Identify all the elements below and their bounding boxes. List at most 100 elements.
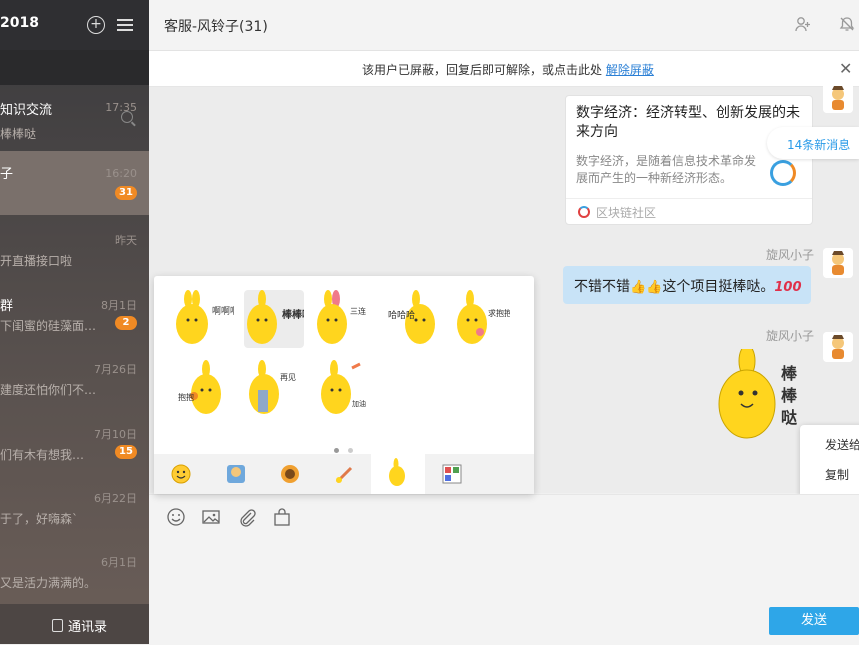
conversation-time: 7月26日: [94, 363, 137, 376]
contacts-button[interactable]: 通讯录: [0, 604, 149, 644]
message-text: 不错不错👍👍这个项目挺棒哒。100: [574, 276, 802, 296]
tab-emoji[interactable]: [154, 454, 208, 494]
unread-badge: 31: [115, 186, 137, 200]
conversation-time: 17:35: [105, 101, 137, 114]
conversation-preview: 又是活力满满的。: [0, 576, 97, 590]
contacts-label: 通讯录: [68, 620, 108, 635]
chat-header: 客服-风铃子(31): [149, 0, 859, 51]
menu-item-copy[interactable]: 复制: [825, 466, 849, 483]
conversation-time: 6月1日: [101, 556, 137, 569]
add-user-icon[interactable]: [795, 16, 811, 32]
conversation-preview: 们有木有想我…: [0, 448, 85, 462]
shop-bag-icon[interactable]: [272, 507, 292, 527]
sent-sticker[interactable]: 棒 棒 哒: [717, 349, 811, 441]
conversation-title: 知识交流: [0, 103, 53, 118]
sticker-label: 加油: [352, 399, 366, 408]
add-icon[interactable]: +: [87, 16, 105, 34]
conversation-time: 昨天: [115, 234, 137, 247]
conversation-item[interactable]: 建度还怕你们不… 7月26日: [0, 345, 149, 419]
avatar: [823, 332, 853, 362]
menu-item-forward[interactable]: 发送给: [825, 436, 859, 453]
sticker-item[interactable]: 哈哈哈: [382, 290, 442, 348]
article-logo: [770, 160, 796, 186]
page-dot[interactable]: [348, 448, 353, 453]
sticker-item[interactable]: 再见: [244, 360, 304, 418]
article-card[interactable]: 数字经济：经济转型、创新发展的未来方向 数字经济，是随着信息技术革命发展而产生的…: [565, 95, 813, 225]
message-bubble[interactable]: 不错不错👍👍这个项目挺棒哒。100: [563, 266, 811, 304]
conversation-item[interactable]: 们有木有想我… 7月10日 15: [0, 410, 149, 484]
avatar: [823, 83, 853, 113]
block-notice-text: 该用户已屏蔽，回复后即可解除，或点击此处: [362, 63, 603, 77]
sticker-panel: 啊啊啊 棒棒哒 三连 哈哈哈 求抱抱 抱抱 再见 加油: [154, 276, 534, 494]
conversation-preview: 下闺蜜的硅藻面…: [0, 319, 97, 333]
sticker-label: 三连: [350, 306, 366, 316]
sticker-item[interactable]: 求抱抱: [450, 290, 512, 348]
conversation-time: 16:20: [105, 167, 137, 180]
sticker-label: 求抱抱: [488, 308, 510, 318]
send-button[interactable]: 发送: [769, 607, 859, 635]
sender-name: 旋风小子: [766, 248, 815, 262]
unread-badge: 2: [115, 316, 137, 330]
block-notice: 该用户已屏蔽，回复后即可解除，或点击此处 解除屏蔽: [362, 61, 654, 78]
article-description: 数字经济，是随着信息技术革命发展而产生的一种新经济形态。: [576, 154, 757, 185]
thumbs-up-icon: 👍👍: [630, 280, 663, 295]
sticker-label: 哈哈哈: [388, 309, 415, 321]
conversation-item[interactable]: 于了，好嗨森` 6月22日: [0, 474, 149, 548]
message-text-start: 不错不错: [574, 279, 630, 295]
conversation-time: 8月1日: [101, 299, 137, 312]
composer[interactable]: 发送: [149, 494, 859, 645]
tab-sticker-pack-3[interactable]: [317, 454, 371, 494]
conversation-time: 7月10日: [94, 428, 137, 441]
sticker-tabs: [154, 454, 534, 494]
conversation-preview: 建度还怕你们不…: [0, 383, 97, 397]
sticker-label: 棒棒哒: [282, 308, 304, 321]
article-footer: 区块链社区: [566, 198, 812, 225]
sticker-char: 棒: [781, 364, 798, 383]
avatar: [823, 248, 853, 278]
sidebar-title: 2018: [0, 15, 39, 31]
article-source: 区块链社区: [596, 206, 657, 220]
conversation-item[interactable]: 又是活力满满的。 6月1日: [0, 538, 149, 612]
new-messages-label: 14条新消息: [787, 138, 851, 152]
new-messages-button[interactable]: 14条新消息: [767, 127, 859, 159]
tab-sticker-pack-2[interactable]: [263, 454, 317, 494]
tab-sticker-pack-current[interactable]: [371, 454, 425, 494]
tab-sticker-pack-5[interactable]: [425, 454, 479, 494]
conversation-sidebar: 2018 + 知识交流 棒棒哒 17:35 子 16:20 31 开直播接口啦 …: [0, 0, 149, 644]
conversation-item[interactable]: 知识交流 棒棒哒 17:35: [0, 85, 149, 159]
conversation-preview: 棒棒哒: [0, 127, 37, 141]
conversation-title: 子: [0, 167, 14, 182]
sticker-item[interactable]: 啊啊啊: [174, 290, 239, 348]
page-dot-active[interactable]: [334, 448, 339, 453]
sticker-label: 再见: [280, 373, 296, 382]
sticker-label: 啊啊啊: [212, 306, 234, 317]
tab-sticker-pack-1[interactable]: [209, 454, 263, 494]
conversation-title: 群: [0, 299, 14, 314]
unblock-link[interactable]: 解除屏蔽: [606, 63, 654, 77]
conversation-item[interactable]: 群 下闺蜜的硅藻面… 8月1日 2: [0, 281, 149, 355]
sticker-char: 棒: [781, 386, 798, 405]
message-text-end: 这个项目挺棒哒。: [662, 279, 775, 295]
sticker-label: 抱抱: [178, 392, 194, 402]
sticker-item-selected[interactable]: 棒棒哒: [244, 290, 313, 348]
source-icon: [578, 206, 590, 218]
conversation-preview: 于了，好嗨森`: [0, 512, 79, 526]
menu-icon[interactable]: [117, 17, 133, 31]
conversation-preview: 开直播接口啦: [0, 254, 73, 268]
sender-name: 旋风小子: [766, 329, 815, 343]
close-icon[interactable]: ✕: [839, 59, 852, 78]
emoji-icon[interactable]: [166, 507, 186, 527]
attachment-icon[interactable]: [237, 507, 257, 527]
conversation-item-active[interactable]: 子 16:20 31: [0, 151, 149, 215]
sidebar-header: 2018 +: [0, 0, 149, 50]
conversation-item[interactable]: 开直播接口啦 昨天: [0, 216, 149, 290]
unread-badge: 15: [115, 445, 137, 459]
sticker-item[interactable]: 抱抱: [174, 360, 234, 418]
hundred-emoji: 100: [774, 280, 802, 295]
search-bar[interactable]: [0, 50, 149, 123]
sticker-char: 哒: [781, 408, 798, 427]
mute-bell-icon[interactable]: [839, 16, 855, 32]
sticker-item[interactable]: 三连: [312, 290, 372, 348]
sticker-item[interactable]: 加油: [312, 360, 372, 418]
image-icon[interactable]: [201, 507, 221, 527]
